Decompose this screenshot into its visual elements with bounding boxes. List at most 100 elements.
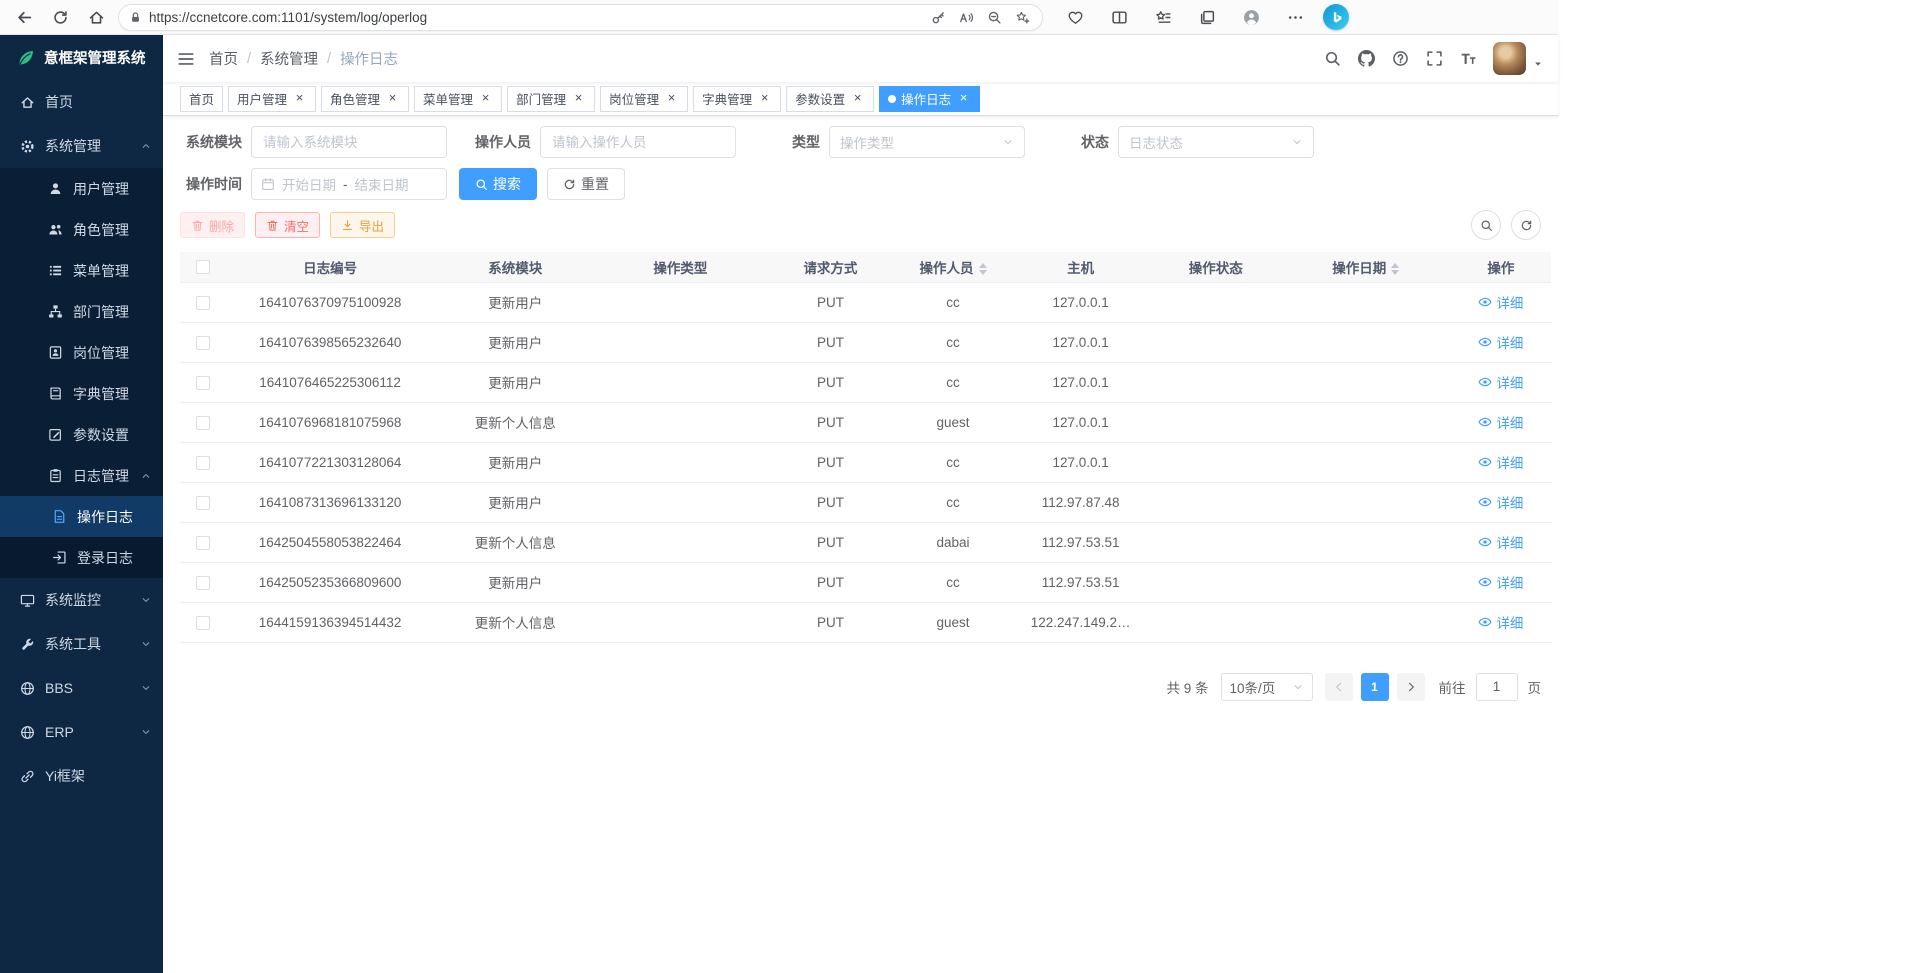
sort-icon[interactable]	[979, 263, 987, 275]
search-button[interactable]: 搜索	[459, 168, 537, 200]
sidebar-item-system-monitor[interactable]: 系统监控	[0, 578, 163, 622]
tab-menu-mgmt[interactable]: 菜单管理×	[414, 86, 502, 112]
sidebar-item-post-mgmt[interactable]: 岗位管理	[0, 332, 163, 373]
caret-down-icon[interactable]	[1533, 59, 1543, 69]
column-header-date[interactable]: 操作日期	[1281, 252, 1451, 282]
breadcrumb-item[interactable]: 系统管理	[260, 48, 318, 69]
goto-page-input[interactable]	[1476, 673, 1518, 701]
row-checkbox[interactable]	[196, 296, 210, 310]
select-all-checkbox[interactable]	[196, 260, 210, 274]
delete-button[interactable]: 删除	[180, 212, 245, 238]
password-key-icon[interactable]	[924, 5, 952, 29]
address-bar[interactable]: https://ccnetcore.com:1101/system/log/op…	[118, 4, 1043, 31]
row-checkbox[interactable]	[196, 376, 210, 390]
close-icon[interactable]: ×	[571, 91, 586, 106]
column-header-operator[interactable]: 操作人员	[895, 252, 1010, 282]
close-icon[interactable]: ×	[292, 91, 307, 106]
next-page-button[interactable]	[1397, 673, 1425, 701]
tab-dict-mgmt[interactable]: 字典管理×	[693, 86, 781, 112]
search-icon[interactable]	[1317, 44, 1347, 74]
detail-link[interactable]: 详细	[1478, 612, 1523, 632]
detail-link[interactable]: 详细	[1478, 412, 1523, 432]
toolbar-refresh-cw-button[interactable]	[1511, 210, 1541, 240]
toolbar-search-button[interactable]	[1471, 210, 1501, 240]
sidebar-item-system-tools[interactable]: 系统工具	[0, 622, 163, 666]
fullscreen-icon[interactable]	[1419, 44, 1449, 74]
breadcrumb-item[interactable]: 首页	[209, 48, 238, 69]
row-checkbox[interactable]	[196, 416, 210, 430]
sidebar-item-login-log[interactable]: 登录日志	[0, 537, 163, 578]
detail-link[interactable]: 详细	[1478, 292, 1523, 312]
sidebar-toggle-icon[interactable]	[177, 50, 195, 68]
tab-user-mgmt[interactable]: 用户管理×	[228, 86, 316, 112]
sidebar-item-yi-framework[interactable]: Yi框架	[0, 754, 163, 798]
font-size-icon[interactable]	[1453, 44, 1483, 74]
row-checkbox[interactable]	[196, 616, 210, 630]
sidebar-item-user-mgmt[interactable]: 用户管理	[0, 168, 163, 209]
close-icon[interactable]: ×	[385, 91, 400, 106]
row-checkbox[interactable]	[196, 496, 210, 510]
zoom-out-icon[interactable]	[980, 5, 1008, 29]
sidebar-item-log-mgmt[interactable]: 日志管理	[0, 455, 163, 496]
detail-link[interactable]: 详细	[1478, 572, 1523, 592]
question-icon[interactable]	[1385, 44, 1415, 74]
sidebar-item-system-mgmt[interactable]: 系统管理	[0, 124, 163, 168]
reset-button[interactable]: 重置	[547, 168, 625, 200]
detail-link[interactable]: 详细	[1478, 332, 1523, 352]
row-checkbox[interactable]	[196, 576, 210, 590]
detail-link[interactable]: 详细	[1478, 492, 1523, 512]
close-icon[interactable]: ×	[478, 91, 493, 106]
user-avatar[interactable]	[1493, 42, 1526, 75]
export-button[interactable]: 导出	[330, 212, 395, 238]
browser-essentials-icon[interactable]	[1059, 3, 1091, 31]
github-icon[interactable]	[1351, 44, 1381, 74]
tab-param-settings[interactable]: 参数设置×	[786, 86, 874, 112]
status-select[interactable]: 日志状态	[1118, 126, 1314, 158]
close-icon[interactable]: ×	[757, 91, 772, 106]
page-number-button[interactable]: 1	[1361, 673, 1389, 701]
sidebar-item-menu-mgmt[interactable]: 菜单管理	[0, 250, 163, 291]
page-size-select[interactable]: 10条/页	[1221, 673, 1313, 701]
sidebar-item-bbs[interactable]: BBS	[0, 666, 163, 710]
app-logo[interactable]: 意框架管理系统	[0, 35, 163, 80]
row-checkbox[interactable]	[196, 456, 210, 470]
sort-icon[interactable]	[1391, 263, 1399, 275]
read-aloud-icon[interactable]	[952, 5, 980, 29]
collections-icon[interactable]	[1191, 3, 1223, 31]
detail-link[interactable]: 详细	[1478, 532, 1523, 552]
split-screen-icon[interactable]	[1103, 3, 1135, 31]
clear-button[interactable]: 清空	[255, 212, 320, 238]
tab-home[interactable]: 首页	[180, 86, 223, 112]
close-icon[interactable]: ×	[664, 91, 679, 106]
row-checkbox[interactable]	[196, 336, 210, 350]
close-icon[interactable]: ×	[850, 91, 865, 106]
tab-dept-mgmt[interactable]: 部门管理×	[507, 86, 595, 112]
prev-page-button[interactable]	[1325, 673, 1353, 701]
sidebar-item-role-mgmt[interactable]: 角色管理	[0, 209, 163, 250]
more-icon[interactable]	[1279, 3, 1311, 31]
home-icon[interactable]	[80, 3, 112, 31]
tab-post-mgmt[interactable]: 岗位管理×	[600, 86, 688, 112]
operator-input[interactable]	[540, 126, 736, 158]
row-checkbox[interactable]	[196, 536, 210, 550]
sidebar-item-erp[interactable]: ERP	[0, 710, 163, 754]
favorites-icon[interactable]	[1147, 3, 1179, 31]
module-input[interactable]	[251, 126, 447, 158]
close-icon[interactable]: ×	[956, 91, 971, 106]
tab-role-mgmt[interactable]: 角色管理×	[321, 86, 409, 112]
bing-icon[interactable]	[1323, 4, 1349, 30]
sidebar-item-param-settings[interactable]: 参数设置	[0, 414, 163, 455]
refresh-icon[interactable]	[44, 3, 76, 31]
date-range-picker[interactable]: 开始日期 - 结束日期	[251, 168, 447, 200]
favorite-add-icon[interactable]	[1008, 5, 1036, 29]
detail-link[interactable]: 详细	[1478, 452, 1523, 472]
detail-link[interactable]: 详细	[1478, 372, 1523, 392]
sidebar-item-dept-mgmt[interactable]: 部门管理	[0, 291, 163, 332]
back-icon[interactable]	[8, 3, 40, 31]
type-select[interactable]: 操作类型	[829, 126, 1025, 158]
sidebar-item-home[interactable]: 首页	[0, 80, 163, 124]
tab-oper-log[interactable]: 操作日志×	[879, 86, 980, 112]
sidebar-item-dict-mgmt[interactable]: 字典管理	[0, 373, 163, 414]
sidebar-item-oper-log[interactable]: 操作日志	[0, 496, 163, 537]
profile-icon[interactable]	[1235, 3, 1267, 31]
